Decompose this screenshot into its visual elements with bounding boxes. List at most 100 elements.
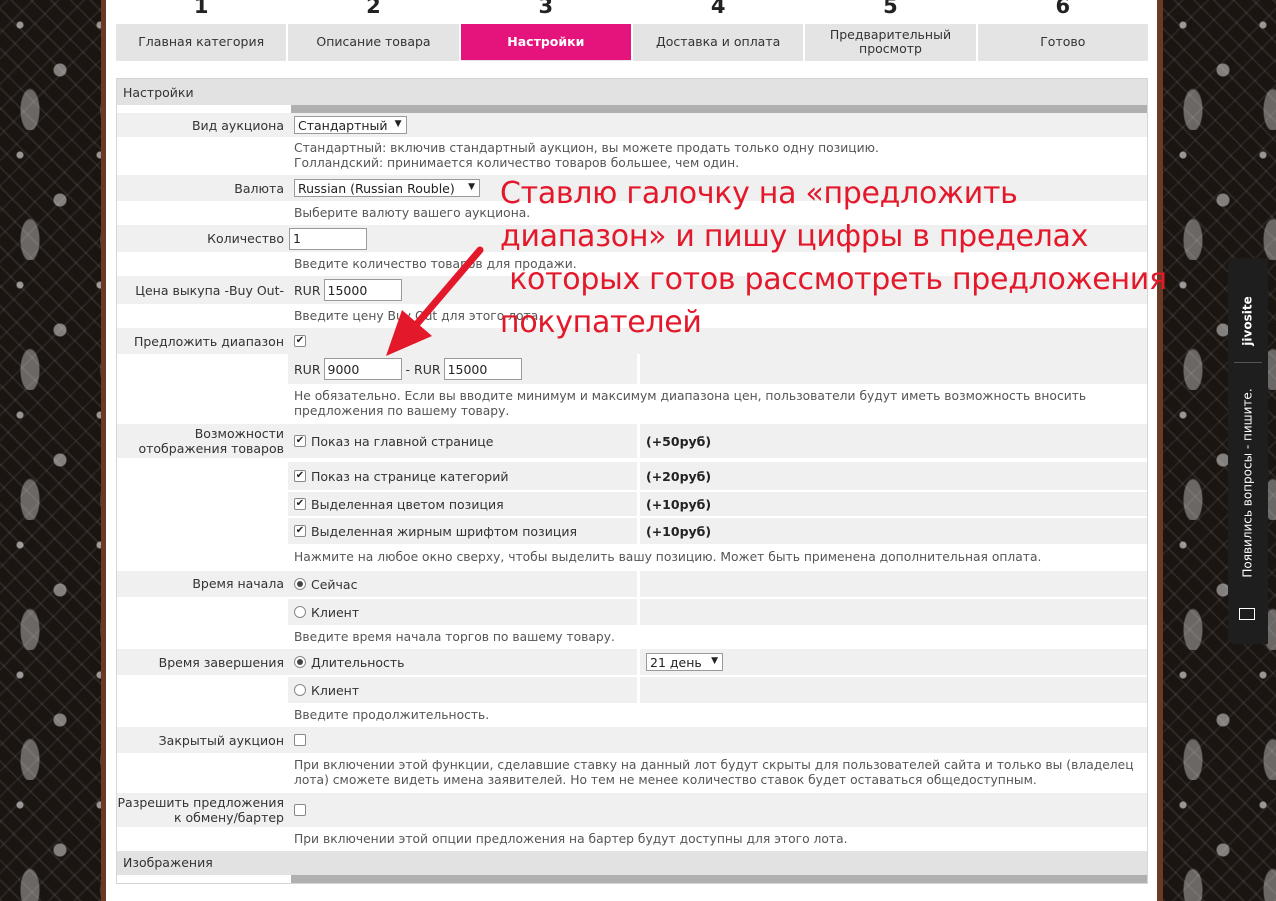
display-option-price: (+50руб) bbox=[646, 433, 712, 449]
display-option-label: Выделенная цветом позиция bbox=[311, 496, 504, 512]
offer-range-checkbox[interactable]: ✔ bbox=[294, 335, 306, 347]
start-client-radio[interactable] bbox=[294, 606, 306, 618]
start-time-label: Время начала bbox=[192, 576, 284, 591]
quantity-input[interactable] bbox=[289, 227, 367, 250]
currency-select[interactable]: Russian (Russian Rouble) ▼ bbox=[294, 179, 480, 197]
start-client-label: Клиент bbox=[311, 604, 360, 620]
display-options-label: Возможности отображения товаров bbox=[138, 426, 284, 456]
step-1[interactable]: 1 Главная категория bbox=[116, 0, 287, 61]
chevron-down-icon: ▼ bbox=[394, 119, 402, 129]
annotation-arrow-icon bbox=[386, 246, 484, 356]
start-now-label: Сейчас bbox=[311, 576, 358, 592]
chat-widget-brand: jivosite bbox=[1241, 296, 1255, 346]
row-auction-type: Вид аукциона Стандартный ▼ bbox=[117, 113, 1147, 137]
row-offer-range-values: RUR - RUR bbox=[117, 354, 1147, 384]
section-title-settings: Настройки bbox=[117, 79, 1147, 105]
step-2[interactable]: 2 Описание товара bbox=[288, 0, 459, 61]
annotation-line: диапазон» и пишу цифры в пределах bbox=[500, 219, 1089, 254]
step-number: 5 bbox=[883, 0, 898, 18]
auction-type-label: Вид аукциона bbox=[191, 117, 284, 133]
row-display-option-4: ✔ Выделенная жирным шрифтом позиция (+10р… bbox=[117, 518, 1147, 544]
step-5[interactable]: 5 Предварительный просмотр bbox=[805, 0, 976, 61]
display-option-label: Выделенная жирным шрифтом позиция bbox=[311, 523, 577, 539]
step-label: Предварительный просмотр bbox=[805, 24, 976, 60]
auction-type-hint-2: Голландский: принимается количество това… bbox=[294, 156, 740, 170]
currency-label: Валюта bbox=[234, 180, 284, 196]
duration-select[interactable]: 21 день ▼ bbox=[646, 653, 723, 671]
range-max-currency: RUR bbox=[414, 361, 441, 377]
end-time-label: Время завершения bbox=[158, 654, 284, 670]
barter-hint: При включении этой опции предложения на … bbox=[294, 831, 848, 846]
display-option-price: (+10руб) bbox=[646, 496, 712, 512]
range-min-currency: RUR bbox=[294, 361, 321, 377]
step-label: Настройки bbox=[460, 24, 631, 60]
row-closed-auction: Закрытый аукцион bbox=[117, 727, 1147, 753]
quantity-label: Количество bbox=[207, 231, 284, 246]
closed-auction-hint: При включении этой функции, сделавшие ст… bbox=[294, 758, 1134, 787]
step-label: Описание товара bbox=[288, 24, 459, 60]
step-number: 6 bbox=[1055, 0, 1071, 18]
closed-auction-checkbox[interactable] bbox=[294, 734, 306, 746]
display-option-checkbox[interactable]: ✔ bbox=[294, 498, 306, 510]
step-number: 2 bbox=[366, 0, 381, 18]
step-label: Главная категория bbox=[116, 24, 287, 60]
step-label: Доставка и оплата bbox=[632, 24, 804, 60]
currency-hint: Выберите валюту вашего аукциона. bbox=[294, 205, 531, 220]
annotation-line: покупателей bbox=[500, 305, 702, 340]
range-max-input[interactable] bbox=[443, 358, 522, 380]
section-title-images: Изображения bbox=[117, 851, 1147, 875]
buyout-label: Цена выкупа -Buy Out- bbox=[135, 282, 284, 298]
closed-auction-label: Закрытый аукцион bbox=[158, 732, 284, 748]
auction-type-select[interactable]: Стандартный ▼ bbox=[294, 116, 407, 134]
annotation-text: Ставлю галочку на «предложить диапазон» … bbox=[500, 172, 1180, 344]
end-client-label: Клиент bbox=[311, 682, 360, 698]
row-end-time: Время завершения Длительность 21 день ▼ bbox=[117, 649, 1147, 675]
chevron-down-icon: ▼ bbox=[468, 182, 475, 192]
step-6[interactable]: 6 Готово bbox=[977, 0, 1148, 61]
start-now-radio[interactable] bbox=[294, 578, 306, 590]
row-auction-type-hint: Стандартный: включив стандартный аукцион… bbox=[117, 137, 1147, 175]
step-number: 3 bbox=[538, 0, 554, 18]
display-option-checkbox[interactable]: ✔ bbox=[294, 470, 306, 482]
offer-range-label: Предложить диапазон bbox=[133, 333, 284, 349]
duration-radio[interactable] bbox=[294, 656, 306, 668]
step-label: Готово bbox=[977, 24, 1148, 60]
chevron-down-icon: ▼ bbox=[711, 656, 718, 666]
listing-page: 1 Главная категория 2 Описание товара 3 … bbox=[106, 0, 1157, 901]
row-barter: Разрешить предложения к обмену/бартер bbox=[117, 793, 1147, 827]
step-4[interactable]: 4 Доставка и оплата bbox=[632, 0, 804, 61]
chat-widget[interactable]: jivosite Появились вопросы - пишите. bbox=[1228, 258, 1268, 644]
display-option-price: (+20руб) bbox=[646, 468, 712, 484]
step-tabs: 1 Главная категория 2 Описание товара 3 … bbox=[116, 0, 1148, 61]
end-time-hint: Введите продолжительность. bbox=[294, 707, 490, 722]
auction-type-hint: Стандартный: включив стандартный аукцион… bbox=[294, 141, 879, 155]
row-end-time-client: Клиент bbox=[117, 677, 1147, 703]
annotation-line: Ставлю галочку на «предложить bbox=[500, 176, 1018, 211]
display-option-label: Показ на главной странице bbox=[311, 433, 494, 449]
duration-label: Длительность bbox=[311, 654, 405, 670]
range-min-input[interactable] bbox=[323, 358, 402, 380]
frame-strip-right bbox=[1157, 0, 1163, 901]
row-start-time-client: Клиент bbox=[117, 599, 1147, 625]
end-client-radio[interactable] bbox=[294, 684, 306, 696]
display-option-checkbox[interactable]: ✔ bbox=[294, 525, 306, 537]
decorative-background-left bbox=[0, 0, 101, 901]
display-option-label: Показ на странице категорий bbox=[311, 468, 509, 484]
row-start-time: Время начала Сейчас bbox=[117, 571, 1147, 597]
display-option-checkbox[interactable]: ✔ bbox=[294, 435, 306, 447]
start-time-hint: Введите время начала торгов по вашему то… bbox=[294, 629, 615, 644]
row-display-option-2: ✔ Показ на странице категорий (+20руб) bbox=[117, 462, 1147, 490]
step-number: 1 bbox=[193, 0, 209, 18]
step-number: 4 bbox=[710, 0, 726, 18]
step-3-active[interactable]: 3 Настройки bbox=[460, 0, 631, 61]
barter-checkbox[interactable] bbox=[294, 804, 306, 816]
annotation-line: которых готов рассмотреть предложения bbox=[500, 262, 1167, 297]
mail-icon bbox=[1239, 608, 1255, 620]
display-option-price: (+10руб) bbox=[646, 523, 712, 539]
chat-widget-message: Появились вопросы - пишите. bbox=[1241, 388, 1255, 578]
offer-range-hint: Не обязательно. Если вы вводите минимум … bbox=[294, 389, 1087, 418]
row-display-option-3: ✔ Выделенная цветом позиция (+10руб) bbox=[117, 492, 1147, 516]
buyout-currency: RUR bbox=[294, 282, 321, 298]
row-display-option-1: Возможности отображения товаров ✔ Показ н… bbox=[117, 424, 1147, 458]
display-options-hint: Нажмите на любое окно сверху, чтобы выде… bbox=[294, 550, 1042, 564]
